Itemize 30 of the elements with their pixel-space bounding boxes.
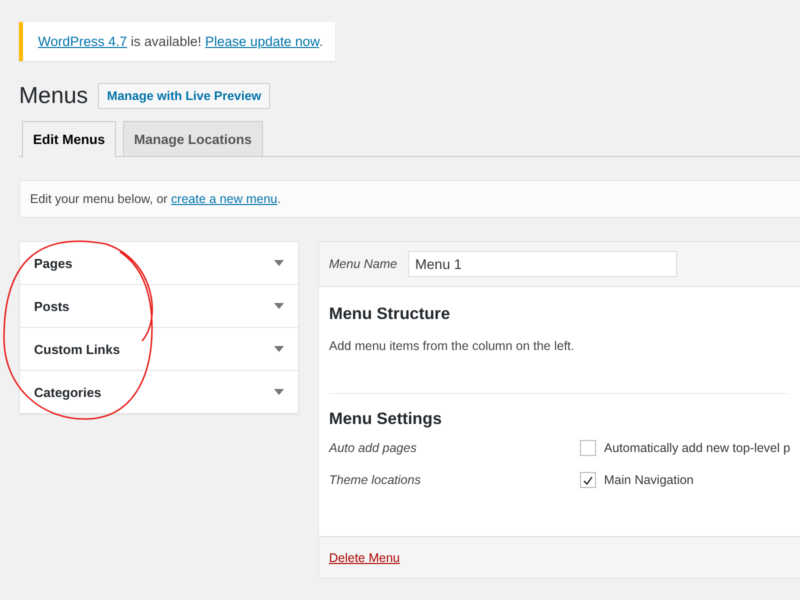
create-menu-link[interactable]: create a new menu xyxy=(171,192,278,206)
accordion-item[interactable]: Posts xyxy=(20,285,298,328)
notice-link[interactable]: Please update now xyxy=(205,34,320,49)
section-title: Menu Structure xyxy=(329,305,452,324)
delete-menu-link[interactable]: Delete Menu xyxy=(329,550,400,564)
check-icon xyxy=(583,476,593,484)
tab[interactable]: Edit Menus xyxy=(22,121,116,157)
section-title: Menu Settings xyxy=(329,410,443,429)
caret-icon xyxy=(274,303,284,309)
checkbox-label: Main Navigation xyxy=(604,473,694,487)
accordion-item[interactable]: Pages xyxy=(20,242,298,285)
checkbox-label: Automatically add new top-level p xyxy=(604,441,790,455)
tab[interactable]: Manage Locations xyxy=(123,121,263,156)
accordion-item[interactable]: Categories xyxy=(20,371,298,413)
page-title: Menus xyxy=(19,82,88,109)
notice-link[interactable]: WordPress 4.7 xyxy=(38,34,128,49)
accordion-item[interactable]: Custom Links xyxy=(20,328,298,371)
caret-icon xyxy=(274,389,284,395)
checkbox[interactable] xyxy=(580,472,596,488)
caret-icon xyxy=(274,260,284,266)
menu-name-field[interactable]: Menu 1 xyxy=(408,251,678,277)
live-preview-button[interactable]: Manage with Live Preview xyxy=(98,82,270,108)
help-text: Add menu items from the column on the left. xyxy=(329,339,574,353)
menu-name-label: Menu Name xyxy=(329,257,398,271)
setting-label: Theme locations xyxy=(329,473,422,487)
manage-menus-bar: Edit your menu below, or create a new menu. xyxy=(19,180,800,218)
update-notice: WordPress 4.7 is available! Please update now. xyxy=(19,22,335,61)
setting-label: Auto add pages xyxy=(329,441,418,455)
checkbox[interactable] xyxy=(580,440,596,456)
caret-icon xyxy=(274,346,284,352)
